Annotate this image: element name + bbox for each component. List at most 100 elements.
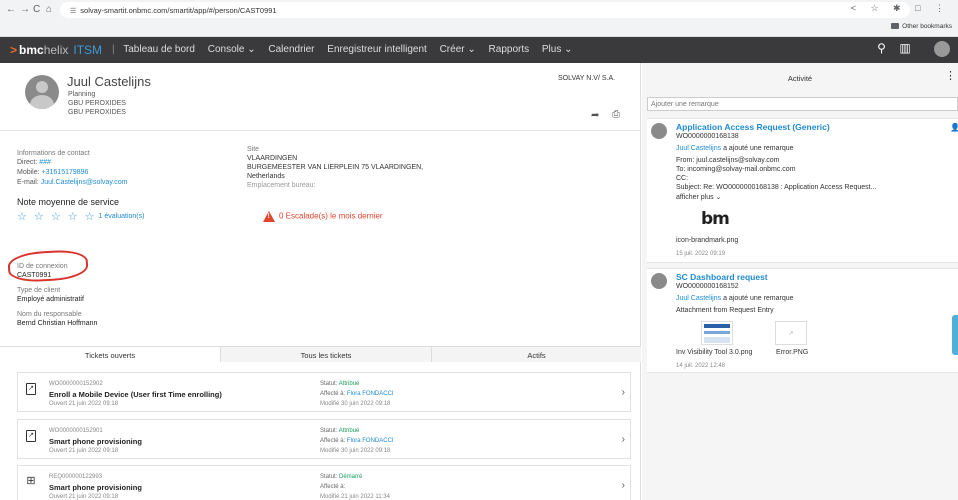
activity-item: SC Dashboard request WO0000000168152 Juu… [647, 268, 958, 373]
tab-open-tickets[interactable]: Tickets ouverts [0, 347, 221, 362]
person-role: Planning [68, 91, 96, 98]
ticket-status: Statut: Attribué [320, 428, 360, 434]
address-bar-url: solvay-smartit.onbmc.com/smartit/app/#/p… [80, 6, 277, 15]
company-name: SOLVAY N.V/ S.A. [558, 75, 616, 82]
email-subject: Subject: Re: WO0000000168138 : Applicati… [676, 184, 877, 191]
direct-phone: Direct: ### [17, 159, 51, 166]
direct-phone-link[interactable]: ### [39, 159, 51, 166]
office-location-label: Emplacement bureau: [247, 182, 316, 189]
other-bookmarks[interactable]: Other bookmarks [891, 23, 952, 30]
menu-reports[interactable]: Rapports [489, 44, 530, 55]
attachment-name[interactable]: icon-brandmark.png [676, 237, 738, 244]
more-options-icon[interactable]: ⋮ [945, 69, 956, 82]
chevron-right-icon[interactable]: › [622, 480, 625, 491]
ticket-status: Statut: Attribué [320, 381, 360, 387]
email-link[interactable]: Juul.Castelijns@solvay.com [41, 179, 128, 186]
print-icon[interactable]: ⎙ [612, 109, 620, 120]
header-actions: ⚲ ▥ [867, 41, 950, 57]
ticket-assignee: Affecté à: Flora FONDACCI [320, 391, 394, 397]
knowledge-book-icon[interactable]: ▥ [899, 41, 910, 55]
brand-product: ITSM [73, 43, 103, 57]
browser-toolbar-icons[interactable]: < ☆ ✱ □ ⋮ [851, 3, 950, 14]
show-more-link[interactable]: afficher plus ⌄ [676, 193, 721, 201]
brand-bmc: bmc [19, 43, 44, 57]
person-profile-panel: Juul Castelijns Planning GBU PEROXIDES G… [0, 63, 641, 500]
activity-item: Application Access Request (Generic) 👤 W… [647, 118, 958, 263]
ticket-row[interactable]: ⊞ REQ000000122993 Smart phone provisioni… [17, 465, 631, 500]
ticket-id: WO0000000152902 [49, 381, 103, 387]
attachment-thumbnail-1[interactable] [701, 321, 733, 345]
manager-value: Bernd Christian Hoffmann [17, 320, 98, 327]
menu-calendar[interactable]: Calendrier [268, 44, 314, 55]
reload-icon[interactable]: C [33, 4, 40, 15]
menu-smart-recorder[interactable]: Enregistreur intelligent [327, 44, 427, 55]
folder-icon [891, 23, 900, 30]
back-icon[interactable]: ← [6, 4, 16, 15]
share-icon[interactable]: ➦ [591, 110, 599, 121]
ticket-modified: Modifié 21 juin 2022 11:34 [320, 494, 390, 500]
chevron-right-icon[interactable]: › [622, 434, 625, 445]
activity-panel: Activité ⋮ Ajouter une remarque Applicat… [642, 63, 958, 500]
brand-logo[interactable]: > bmchelix ITSM [10, 43, 102, 57]
activity-title: Activité [787, 74, 813, 83]
other-bookmarks-label: Other bookmarks [902, 23, 952, 30]
evaluations-link[interactable]: 1 évaluation(s) [99, 213, 145, 220]
ticket-status: Statut: Démarré [320, 474, 363, 480]
avatar [25, 75, 59, 109]
email: E-mail: Juul.Castelijns@solvay.com [17, 179, 128, 186]
author-link[interactable]: Juul Castelijns [676, 295, 721, 302]
search-icon[interactable]: ⚲ [877, 41, 886, 55]
side-panel-tab[interactable] [952, 315, 958, 355]
assignee-link[interactable]: Flora FONDACCI [347, 438, 394, 444]
escalation-text: 0 Escalade(s) le mois dernier [279, 211, 383, 221]
tab-all-tickets[interactable]: Tous les tickets [221, 347, 432, 362]
ticket-title: Smart phone provisioning [49, 483, 142, 492]
person-department-2: GBU PEROXIDES [68, 109, 126, 116]
ticket-id: REQ000000122993 [49, 474, 103, 480]
email-to: To: incoming@solvay-mail.onbmc.com [676, 166, 796, 173]
person-icon: 👤 [950, 123, 958, 132]
site-line-3: Netherlands [247, 173, 285, 180]
ticket-row[interactable]: ↗ WO0000000152901 Smart phone provisioni… [17, 419, 631, 459]
site-info-icon[interactable]: ☰ [70, 7, 76, 15]
user-avatar[interactable] [924, 41, 950, 57]
star-icons: ☆ ☆ ☆ ☆ ☆ [17, 211, 97, 223]
activity-item-title[interactable]: SC Dashboard request [676, 272, 768, 282]
attachment-name-2[interactable]: Error.PNG [776, 349, 808, 356]
escalation-indicator[interactable]: ! 0 Escalade(s) le mois dernier [263, 211, 383, 222]
site-line-2: BURGEMEESTER VAN LIERPLEIN 75 VLAARDINGE… [247, 164, 424, 171]
attachment-name-1[interactable]: Inv Visibility Tool 3.0.png [676, 349, 752, 356]
add-remark-input[interactable]: Ajouter une remarque [647, 97, 958, 111]
ticket-modified: Modifié 30 juin 2022 09:18 [320, 448, 391, 454]
activity-item-title[interactable]: Application Access Request (Generic) [676, 122, 830, 132]
menu-console[interactable]: Console ⌄ [208, 44, 256, 55]
client-type-value: Employé administratif [17, 296, 84, 303]
menu-dashboard[interactable]: Tableau de bord [123, 44, 195, 55]
ticket-row[interactable]: ↗ WO0000000152902 Enroll a Mobile Device… [17, 372, 631, 412]
site-line-1: VLAARDINGEN [247, 155, 298, 162]
warning-icon: ! [263, 211, 275, 222]
client-type-label: Type de client [17, 287, 61, 294]
bmc-chevron-icon: > [10, 43, 18, 57]
assignee-link[interactable]: Flora FONDACCI [347, 391, 394, 397]
person-name: Juul Castelijns [67, 74, 151, 89]
chevron-right-icon[interactable]: › [622, 387, 625, 398]
manager-label: Nom du responsable [17, 311, 82, 318]
address-bar[interactable]: ☰ solvay-smartit.onbmc.com/smartit/app/#/… [60, 2, 910, 18]
email-cc: CC: [676, 175, 689, 182]
menu-more[interactable]: Plus ⌄ [542, 44, 573, 55]
email-from: From: juul.castelijns@solvay.com [676, 157, 780, 164]
activity-note: Attachment from Request Entry [676, 307, 774, 314]
author-link[interactable]: Juul Castelijns [676, 145, 721, 152]
attachment-thumbnail-2[interactable]: ↗ [775, 321, 807, 345]
forward-icon[interactable]: → [20, 4, 30, 15]
ticket-modified: Modifié 30 juin 2022 09:18 [320, 401, 391, 407]
menu-create[interactable]: Créer ⌄ [440, 44, 476, 55]
activity-item-author-line: Juul Castelijns a ajouté une remarque [676, 145, 794, 152]
mobile-phone-link[interactable]: +31615179896 [42, 169, 89, 176]
rating-stars[interactable]: ☆ ☆ ☆ ☆ ☆ 1 évaluation(s) [17, 210, 144, 223]
bmc-brandmark-logo[interactable]: bm [701, 209, 730, 229]
home-icon[interactable]: ⌂ [46, 4, 52, 15]
tab-assets[interactable]: Actifs [432, 347, 641, 362]
ticket-title: Enroll a Mobile Device (User first Time … [49, 390, 222, 399]
